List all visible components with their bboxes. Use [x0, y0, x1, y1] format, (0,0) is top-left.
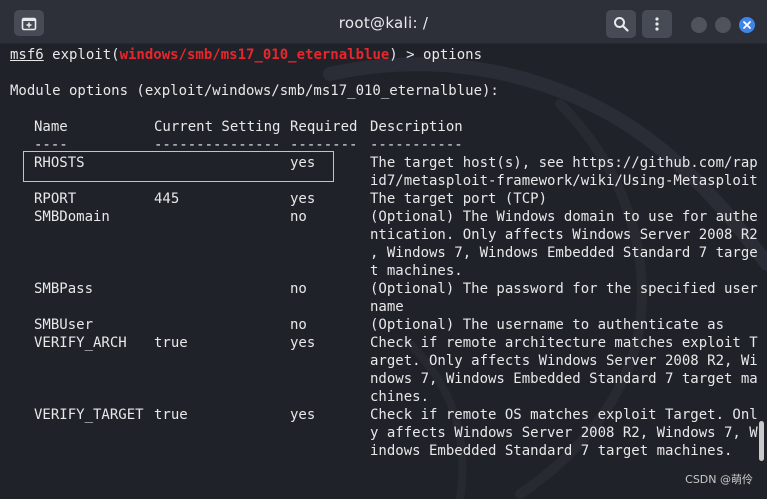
option-desc-line: arget. Only affects Windows Server 2008 … — [370, 353, 758, 369]
terminal-scrollbar[interactable] — [759, 421, 764, 461]
option-required: yes — [290, 155, 316, 171]
option-current: true — [154, 335, 188, 351]
header-current-setting: Current Setting — [154, 119, 281, 135]
search-button[interactable] — [606, 10, 636, 38]
kebab-menu-icon — [655, 17, 659, 31]
option-required: no — [290, 209, 307, 225]
prompt-pre: exploit( — [43, 47, 120, 63]
option-desc-line: The target port (TCP) — [370, 191, 548, 207]
option-desc-line: ntication. Only affects Windows Server 2… — [370, 227, 758, 243]
option-required: no — [290, 281, 307, 297]
option-desc-line: (Optional) The username to authenticate … — [370, 317, 725, 333]
search-icon — [614, 17, 629, 32]
option-required: yes — [290, 335, 316, 351]
option-desc-line: y affects Windows Server 2008 R2, Window… — [370, 425, 758, 441]
header-required: Required — [290, 119, 358, 135]
option-required: no — [290, 317, 307, 333]
option-desc-line: chines. — [370, 389, 430, 405]
minimize-button[interactable] — [691, 17, 707, 33]
option-name: RPORT — [34, 191, 77, 207]
option-name: RHOSTS — [34, 155, 85, 171]
option-name: VERIFY_ARCH — [34, 335, 127, 351]
window-titlebar: root@kali: / — [0, 0, 767, 44]
option-desc-line: name — [370, 299, 404, 315]
option-name: SMBUser — [34, 317, 94, 333]
close-button[interactable] — [739, 17, 755, 33]
prompt-name: msf6 — [10, 47, 44, 63]
separator-description: ----------- — [370, 137, 463, 153]
close-icon — [743, 21, 751, 29]
option-desc-line: (Optional) The Windows domain to use for… — [370, 209, 758, 225]
option-current: 445 — [154, 191, 180, 207]
option-desc-line: The target host(s), see https://github.c… — [370, 155, 758, 171]
option-name: SMBDomain — [34, 209, 110, 225]
option-name: SMBPass — [34, 281, 94, 297]
option-desc-line: Check if remote OS matches exploit Targe… — [370, 407, 758, 423]
command-line: msf6 exploit(windows/smb/ms17_010_eterna… — [10, 46, 482, 64]
option-desc-line: id7/metasploit-framework/wiki/Using-Meta… — [370, 173, 758, 189]
option-desc-line: indows Embedded Standard 7 target machin… — [370, 443, 733, 459]
module-heading: Module options (exploit/windows/smb/ms17… — [10, 83, 499, 99]
header-name: Name — [34, 119, 68, 135]
maximize-button[interactable] — [715, 17, 731, 33]
header-description: Description — [370, 119, 463, 135]
option-name: VERIFY_TARGET — [34, 407, 144, 423]
menu-button[interactable] — [642, 10, 672, 38]
option-desc-line: Check if remote architecture matches exp… — [370, 335, 758, 351]
option-required: yes — [290, 407, 316, 423]
terminal-output[interactable]: msf6 exploit(windows/smb/ms17_010_eterna… — [0, 44, 767, 499]
option-current: true — [154, 407, 188, 423]
prompt-module: windows/smb/ms17_010_eternalblue — [119, 47, 390, 63]
option-required: yes — [290, 191, 316, 207]
option-desc-line: , Windows 7, Windows Embedded Standard 7… — [370, 245, 758, 261]
csdn-watermark: CSDN @萌伶 — [685, 473, 753, 486]
option-desc-line: (Optional) The password for the specifie… — [370, 281, 758, 297]
prompt-command: ) > options — [389, 47, 483, 63]
option-desc-line: t machines. — [370, 263, 463, 279]
option-desc-line: ndows 7, Windows Embedded Standard 7 tar… — [370, 371, 758, 387]
